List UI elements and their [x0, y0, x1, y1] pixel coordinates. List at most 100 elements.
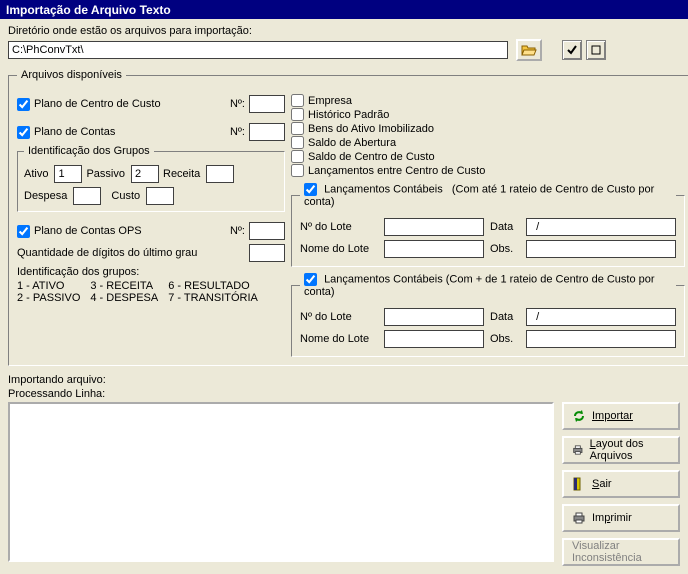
- importing-status: Importando arquivo:: [8, 374, 680, 386]
- view-inconsistency-button: Visualizar Inconsistência: [562, 538, 680, 566]
- lbl-no-3: Nº:: [230, 225, 245, 237]
- exit-button[interactable]: Sair: [562, 470, 680, 498]
- lbl-data-2: Data: [490, 311, 520, 323]
- lbl-empresa: Empresa: [308, 95, 352, 107]
- ops-4: 4 - DESPESA: [90, 292, 158, 304]
- lbl-plano-ops: Plano de Contas OPS: [34, 225, 142, 237]
- processing-status: Processando Linha:: [8, 388, 680, 400]
- input-data-2[interactable]: [526, 308, 676, 326]
- print-button-label: Imprimir: [592, 512, 632, 524]
- chk-lanc-centros[interactable]: [291, 164, 304, 177]
- import-button[interactable]: Importar: [562, 402, 680, 430]
- lbl-nome-lote-1: Nome do Lote: [300, 243, 378, 255]
- lbl-qtd-digitos: Quantidade de dígitos do último grau: [17, 247, 197, 259]
- input-plano-contas-no[interactable]: [249, 123, 285, 141]
- arquivos-legend: Arquivos disponíveis: [17, 69, 126, 81]
- lbl-data-1: Data: [490, 221, 520, 233]
- lbl-despesa: Despesa: [24, 190, 67, 202]
- input-data-1[interactable]: [526, 218, 676, 236]
- lbl-n-lote-2: Nº do Lote: [300, 311, 378, 323]
- ops-1: 1 - ATIVO: [17, 280, 80, 292]
- door-exit-icon: [572, 477, 586, 491]
- input-plano-ops-no[interactable]: [249, 222, 285, 240]
- lbl-obs-2: Obs.: [490, 333, 520, 345]
- input-ativo[interactable]: [54, 165, 82, 183]
- lanc2-legend: Lançamentos Contábeis (Com + de 1 rateio…: [300, 273, 676, 298]
- exit-button-label: Sair: [592, 478, 612, 490]
- chk-historico[interactable]: [291, 108, 304, 121]
- chk-lanc1[interactable]: [304, 183, 317, 196]
- refresh-icon: [572, 409, 586, 423]
- layout-button[interactable]: Layout dos Arquivos: [562, 436, 680, 464]
- lbl-no-2: Nº:: [230, 126, 245, 138]
- lanc1-fieldset: Lançamentos Contábeis (Com até 1 rateio …: [291, 183, 685, 267]
- ops-legend-cols: 1 - ATIVO 2 - PASSIVO 3 - RECEITA 4 - DE…: [17, 280, 285, 304]
- lbl-receita: Receita: [163, 168, 200, 180]
- browse-button[interactable]: [516, 39, 542, 61]
- client-area: Diretório onde estão os arquivos para im…: [0, 19, 688, 574]
- print-button[interactable]: Imprimir: [562, 504, 680, 532]
- lbl-lanc1: Lançamentos Contábeis: [324, 183, 443, 195]
- printer-icon: [572, 443, 584, 457]
- chk-plano-contas[interactable]: [17, 126, 30, 139]
- dir-input[interactable]: [8, 41, 508, 59]
- printer-icon: [572, 511, 586, 525]
- dir-label: Diretório onde estão os arquivos para im…: [8, 25, 680, 37]
- folder-open-icon: [521, 43, 537, 57]
- input-nome-lote-1[interactable]: [384, 240, 484, 258]
- import-button-label: Importar: [592, 410, 633, 422]
- chk-plano-ops[interactable]: [17, 225, 30, 238]
- lbl-historico: Histórico Padrão: [308, 109, 389, 121]
- lbl-plano-contas: Plano de Contas: [34, 126, 115, 138]
- lanc2-fieldset: Lançamentos Contábeis (Com + de 1 rateio…: [291, 273, 685, 357]
- left-column: Plano de Centro de Custo Nº: Plano de Co…: [17, 93, 285, 357]
- lbl-lanc2: Lançamentos Contábeis (Com + de 1 rateio…: [304, 273, 655, 298]
- lbl-n-lote-1: Nº do Lote: [300, 221, 378, 233]
- lbl-lanc-centros: Lançamentos entre Centro de Custo: [308, 165, 485, 177]
- lbl-ativo: Ativo: [24, 168, 48, 180]
- layout-button-label: Layout dos Arquivos: [590, 438, 672, 462]
- window-title: Importação de Arquivo Texto: [0, 0, 688, 19]
- input-n-lote-1[interactable]: [384, 218, 484, 236]
- input-obs-1[interactable]: [526, 240, 676, 258]
- log-textarea[interactable]: [8, 402, 554, 562]
- ops-2: 2 - PASSIVO: [17, 292, 80, 304]
- select-all-button[interactable]: [562, 40, 582, 60]
- deselect-all-button[interactable]: [586, 40, 606, 60]
- input-qtd-digitos[interactable]: [249, 244, 285, 262]
- lbl-bens: Bens do Ativo Imobilizado: [308, 123, 434, 135]
- lanc1-legend: Lançamentos Contábeis (Com até 1 rateio …: [300, 183, 676, 208]
- chk-empresa[interactable]: [291, 94, 304, 107]
- chk-plano-centro[interactable]: [17, 98, 30, 111]
- lbl-plano-centro: Plano de Centro de Custo: [34, 98, 161, 110]
- view-inconsistency-label: Visualizar Inconsistência: [572, 540, 672, 564]
- chk-saldo-abertura[interactable]: [291, 136, 304, 149]
- ops-3: 3 - RECEITA: [90, 280, 158, 292]
- empty-box-icon: [591, 45, 601, 55]
- ident-grupos-fieldset: Identificação dos Grupos Ativo Passivo R…: [17, 145, 285, 212]
- lbl-saldo-abertura: Saldo de Abertura: [308, 137, 396, 149]
- lbl-passivo: Passivo: [86, 168, 125, 180]
- chk-bens[interactable]: [291, 122, 304, 135]
- chk-saldo-centro[interactable]: [291, 150, 304, 163]
- ops-7: 7 - TRANSITÓRIA: [168, 292, 258, 304]
- input-despesa[interactable]: [73, 187, 101, 205]
- lbl-no-1: Nº:: [230, 98, 245, 110]
- ops-6: 6 - RESULTADO: [168, 280, 258, 292]
- input-receita[interactable]: [206, 165, 234, 183]
- lbl-nome-lote-2: Nome do Lote: [300, 333, 378, 345]
- input-custo[interactable]: [146, 187, 174, 205]
- ops-legend-title: Identificação dos grupos:: [17, 266, 285, 278]
- right-column: Empresa Histórico Padrão Bens do Ativo I…: [291, 93, 685, 357]
- input-obs-2[interactable]: [526, 330, 676, 348]
- input-plano-centro-no[interactable]: [249, 95, 285, 113]
- lbl-obs-1: Obs.: [490, 243, 520, 255]
- lbl-saldo-centro: Saldo de Centro de Custo: [308, 151, 435, 163]
- input-nome-lote-2[interactable]: [384, 330, 484, 348]
- chk-lanc2[interactable]: [304, 273, 317, 286]
- check-icon: [567, 45, 577, 55]
- arquivos-fieldset: Arquivos disponíveis Plano de Centro de …: [8, 69, 688, 366]
- lbl-custo: Custo: [111, 190, 140, 202]
- input-passivo[interactable]: [131, 165, 159, 183]
- input-n-lote-2[interactable]: [384, 308, 484, 326]
